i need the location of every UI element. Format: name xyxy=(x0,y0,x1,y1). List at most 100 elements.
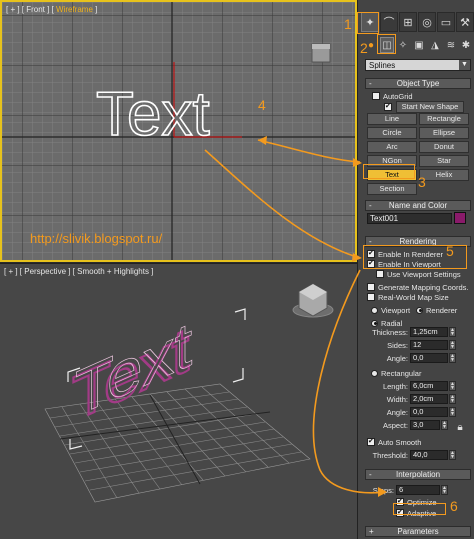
panel-tabs: ✦ ⌒ ⊞ ◎ ▭ ⚒ xyxy=(358,12,474,34)
radio-dot xyxy=(371,319,378,327)
shape-button-arc[interactable]: Arc xyxy=(367,141,417,153)
angle-spinner[interactable]: ▲ ▼ xyxy=(449,353,456,363)
angle2-input[interactable]: 0,0 xyxy=(410,407,448,417)
checkbox-box xyxy=(367,293,375,301)
steps-input[interactable]: 6 xyxy=(396,485,440,495)
rectangular-radio[interactable]: Rectangular xyxy=(371,368,421,378)
front-viewport[interactable]: Text [ + ] [ Front ] [ Wireframe ] xyxy=(0,0,357,262)
shape-button-section[interactable]: Section xyxy=(367,183,417,195)
rollout-title: Parameters xyxy=(397,527,439,536)
front-viewport-label[interactable]: [ + ] [ Front ] [ Wireframe ] xyxy=(6,5,97,14)
radio-label: Viewport xyxy=(381,305,411,315)
sides-label: Sides: xyxy=(387,341,408,350)
aspect-input[interactable]: 3,0 xyxy=(410,420,440,430)
viewport-radio[interactable]: Viewport xyxy=(371,305,410,315)
front-text-object[interactable]: Text xyxy=(95,79,210,150)
start-new-shape-button[interactable]: Start New Shape xyxy=(396,101,464,113)
thickness-input[interactable]: 1,25cm xyxy=(410,327,448,337)
real-world-map-size-checkbox[interactable]: Real-World Map Size xyxy=(367,292,449,302)
use-viewport-settings-checkbox[interactable]: Use Viewport Settings xyxy=(376,269,461,279)
shape-button-ngon[interactable]: NGon xyxy=(367,155,417,167)
hierarchy-icon[interactable]: ⊞ xyxy=(399,12,417,32)
adaptive-checkbox[interactable]: Adaptive xyxy=(396,508,436,518)
enable-in-renderer-checkbox[interactable]: Enable In Renderer xyxy=(367,249,443,259)
motion-icon[interactable]: ◎ xyxy=(418,12,436,32)
blog-url: http://slivik.blogspot.ru/ xyxy=(30,231,163,246)
modify-icon[interactable]: ⌒ xyxy=(380,12,398,32)
checkbox-box xyxy=(396,497,404,506)
display-icon[interactable]: ▭ xyxy=(437,12,455,32)
threshold-spinner[interactable]: ▲ ▼ xyxy=(449,450,456,460)
width-spinner[interactable]: ▲ ▼ xyxy=(449,394,456,404)
rollout-interpolation[interactable]: - Interpolation xyxy=(365,469,471,480)
lights-icon[interactable]: ✧ xyxy=(396,37,410,53)
steps-spinner[interactable]: ▲ ▼ xyxy=(441,485,448,495)
shape-button-circle[interactable]: Circle xyxy=(367,127,417,139)
aspect-spinner[interactable]: ▲ ▼ xyxy=(441,420,448,430)
front-label-prefix[interactable]: [ + ] [ Front ] [ xyxy=(6,5,56,14)
rollout-rendering[interactable]: - Rendering xyxy=(365,236,471,247)
category-dropdown[interactable]: Splines ▼ xyxy=(365,59,471,71)
perspective-viewport-label[interactable]: [ + ] [ Perspective ] [ Smooth + Highlig… xyxy=(4,267,153,276)
spacewarps-icon[interactable]: ≋ xyxy=(444,37,458,53)
radio-dot xyxy=(371,369,378,377)
threshold-input[interactable]: 40,0 xyxy=(410,450,448,460)
auto-smooth-checkbox[interactable]: Auto Smooth xyxy=(367,437,421,447)
threshold-label: Threshold: xyxy=(372,451,408,460)
length-spinner[interactable]: ▲ ▼ xyxy=(449,381,456,391)
angle2-label: Angle: xyxy=(386,408,408,417)
renderer-radio[interactable]: Renderer xyxy=(416,305,457,315)
shape-button-star[interactable]: Star xyxy=(419,155,469,167)
angle-label: Angle: xyxy=(386,354,408,363)
angle-input[interactable]: 0,0 xyxy=(410,353,448,363)
checkbox-box xyxy=(367,283,375,291)
sides-input[interactable]: 12 xyxy=(410,340,448,350)
cameras-icon[interactable]: ▣ xyxy=(412,37,426,53)
checkbox-box xyxy=(396,508,404,517)
lock-aspect-icon[interactable]: 🔒︎ xyxy=(453,419,467,435)
helpers-icon[interactable]: ◮ xyxy=(428,37,442,53)
optimize-checkbox[interactable]: Optimize xyxy=(396,497,437,507)
checkbox-box xyxy=(367,437,375,446)
start-new-shape-checkbox[interactable] xyxy=(384,102,395,112)
generate-mapping-checkbox[interactable]: Generate Mapping Coords. xyxy=(367,282,468,292)
rollout-object-type[interactable]: - Object Type xyxy=(365,78,471,89)
shape-button-helix[interactable]: Helix xyxy=(419,169,469,181)
command-panel: ✦ ⌒ ⊞ ◎ ▭ ⚒ ● ◫ ✧ ▣ ◮ ≋ ✱ Splines ▼ - Obje… xyxy=(357,0,474,539)
autogrid-checkbox[interactable]: AutoGrid xyxy=(372,91,413,101)
thickness-spinner[interactable]: ▲ ▼ xyxy=(449,327,456,337)
viewcube-front[interactable] xyxy=(311,43,331,63)
angle2-spinner[interactable]: ▲ ▼ xyxy=(449,407,456,417)
systems-icon[interactable]: ✱ xyxy=(459,37,473,53)
enable-in-viewport-checkbox[interactable]: Enable In Viewport xyxy=(367,259,441,269)
width-input[interactable]: 2,0cm xyxy=(410,394,448,404)
sides-spinner[interactable]: ▲ ▼ xyxy=(449,340,456,350)
object-name-field[interactable]: Text001 xyxy=(367,213,452,224)
shape-button-donut[interactable]: Donut xyxy=(419,141,469,153)
shape-button-rectangle[interactable]: Rectangle xyxy=(419,113,469,125)
shape-button-ellipse[interactable]: Ellipse xyxy=(419,127,469,139)
width-label: Width: xyxy=(386,395,408,404)
rollout-toggle: - xyxy=(369,201,372,210)
length-input[interactable]: 6,0cm xyxy=(410,381,448,391)
radio-label: Renderer xyxy=(426,305,458,315)
rollout-name-and-color[interactable]: - Name and Color xyxy=(365,200,471,211)
object-color-swatch[interactable] xyxy=(454,212,466,224)
checkbox-box xyxy=(384,102,392,111)
perspective-viewport[interactable]: Text Text [ + ] [ Perspective ] [ Smooth… xyxy=(0,263,357,539)
front-label-mode[interactable]: Wireframe xyxy=(56,5,93,14)
viewcube-perspective[interactable] xyxy=(292,283,334,318)
annotation-5: 5 xyxy=(446,243,454,259)
create-icon[interactable]: ✦ xyxy=(361,12,379,32)
rollout-parameters[interactable]: + Parameters xyxy=(365,526,471,537)
utilities-icon[interactable]: ⚒ xyxy=(456,12,474,32)
shape-button-text[interactable]: Text xyxy=(367,169,417,181)
checkbox-label: Generate Mapping Coords. xyxy=(378,282,469,292)
shapes-icon[interactable]: ◫ xyxy=(380,37,394,53)
checkbox-box xyxy=(367,249,375,258)
checkbox-label: Optimize xyxy=(407,497,437,507)
aspect-label: Aspect: xyxy=(382,421,408,430)
shape-button-line[interactable]: Line xyxy=(367,113,417,125)
annotation-1: 1 xyxy=(344,16,352,32)
radial-radio[interactable]: Radial xyxy=(371,318,402,328)
